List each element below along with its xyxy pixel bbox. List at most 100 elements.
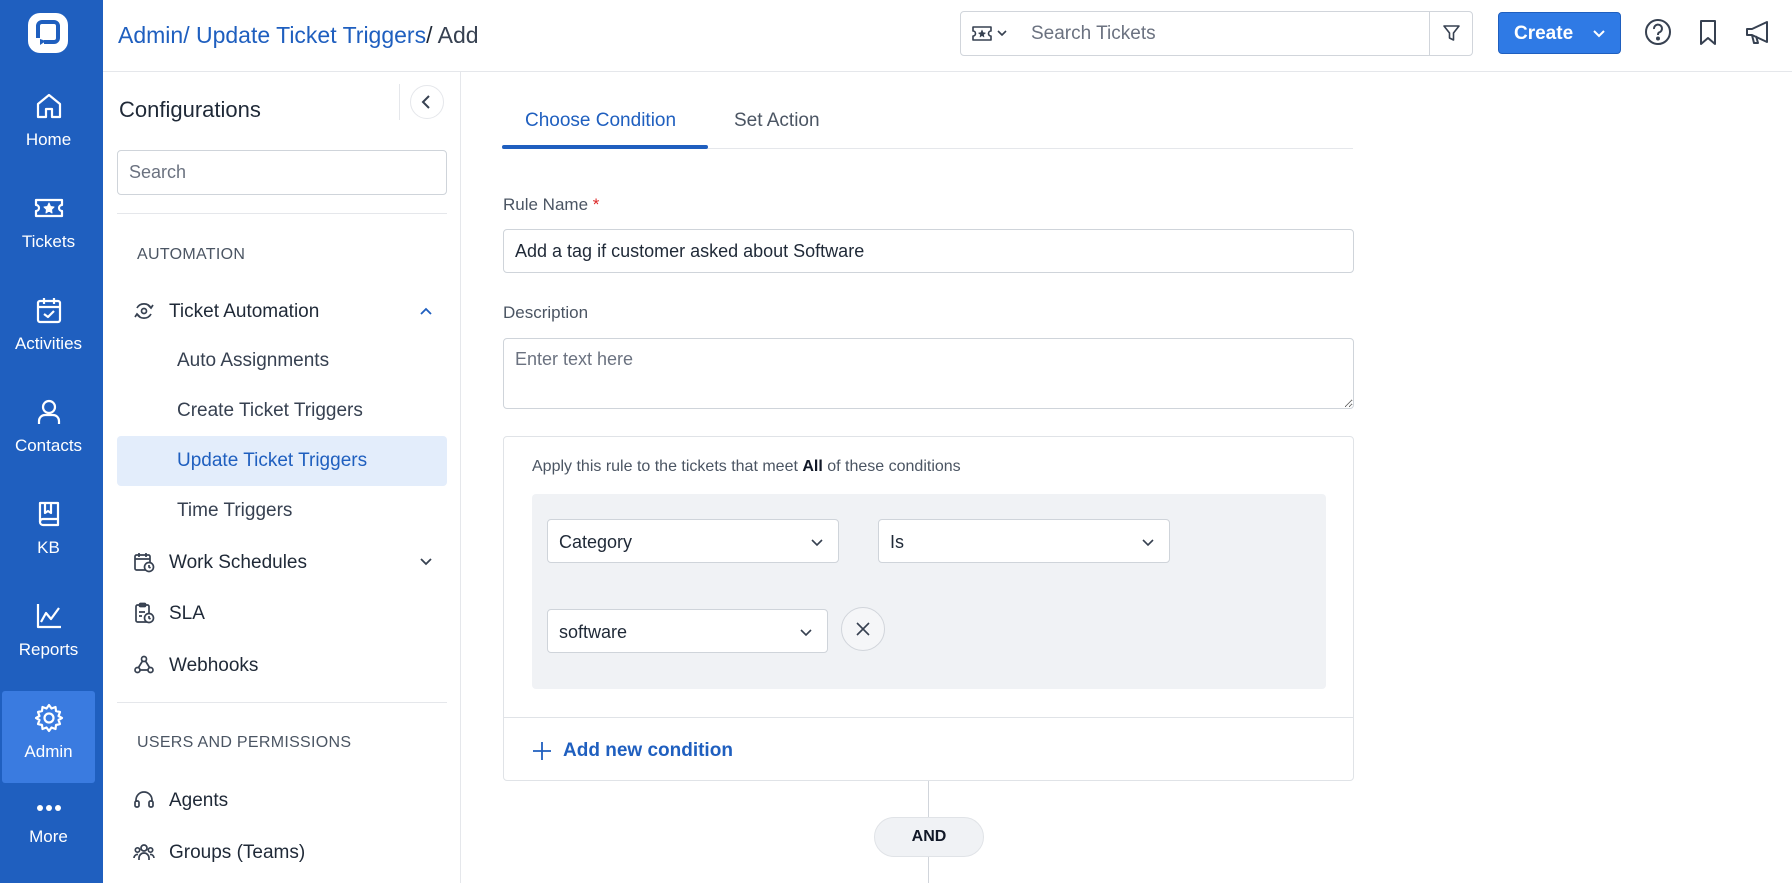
chevron-down-icon: [1142, 539, 1154, 547]
add-condition-label: Add new condition: [563, 740, 733, 761]
megaphone-icon[interactable]: [1743, 17, 1773, 47]
collapse-panel-button[interactable]: [410, 85, 444, 119]
breadcrumb-separator: /: [183, 22, 196, 48]
remove-condition-button[interactable]: [841, 607, 885, 651]
ticket-search: [960, 11, 1473, 56]
tab-choose-condition[interactable]: Choose Condition: [525, 110, 676, 132]
breadcrumb-admin[interactable]: Admin: [118, 22, 183, 48]
rail-label: Admin: [24, 742, 73, 761]
ticket-icon: [33, 192, 65, 224]
gear-icon: [33, 702, 65, 734]
rail-label: More: [29, 827, 68, 846]
nav-webhooks[interactable]: Webhooks: [133, 649, 433, 681]
condition-operator-select[interactable]: Is: [878, 519, 1170, 563]
nav-ticket-automation[interactable]: Ticket Automation: [133, 295, 433, 327]
select-value: Is: [890, 532, 905, 552]
and-connector[interactable]: AND: [874, 817, 984, 857]
rail-label: Tickets: [21, 232, 76, 251]
breadcrumb-update-triggers[interactable]: Update Ticket Triggers: [196, 22, 426, 48]
plus-icon: [533, 742, 551, 760]
breadcrumb-separator: /: [426, 22, 438, 48]
divider: [117, 702, 447, 703]
filter-icon[interactable]: [1429, 12, 1472, 55]
rail-label: Reports: [18, 640, 79, 659]
rule-name-label: Rule Name *: [503, 195, 599, 215]
app-logo[interactable]: [27, 12, 69, 54]
nav-agents[interactable]: Agents: [133, 784, 433, 816]
divider: [399, 84, 400, 120]
rail-admin[interactable]: Admin: [2, 691, 95, 783]
bookmark-icon[interactable]: [1693, 17, 1723, 47]
rail-label: Contacts: [14, 436, 83, 455]
chevron-down-icon: [420, 558, 432, 566]
nav-update-ticket-triggers[interactable]: Update Ticket Triggers: [117, 436, 447, 486]
rule-name-input[interactable]: [503, 229, 1354, 273]
rail-label: Home: [25, 130, 72, 149]
tab-set-action[interactable]: Set Action: [734, 110, 820, 132]
nav-label: Webhooks: [169, 655, 259, 676]
connector-line: [928, 781, 929, 817]
select-value: Category: [559, 532, 633, 552]
condition-value-select[interactable]: software: [547, 609, 828, 653]
nav-label: Groups (Teams): [169, 842, 306, 863]
select-value: software: [559, 622, 628, 642]
nav-create-ticket-triggers[interactable]: Create Ticket Triggers: [117, 386, 447, 436]
chart-icon: [33, 600, 65, 632]
group-icon: [133, 844, 155, 860]
nav-label: Work Schedules: [169, 552, 307, 573]
webhook-icon: [134, 655, 154, 674]
active-tab-indicator: [502, 145, 708, 149]
nav-time-triggers[interactable]: Time Triggers: [117, 486, 447, 536]
main-content: Choose Condition Set Action Rule Name * …: [462, 72, 1792, 883]
section-users-permissions: USERS AND PERMISSIONS: [137, 734, 352, 751]
rail-label: KB: [37, 538, 60, 557]
create-button-label: Create: [1514, 23, 1574, 44]
divider: [504, 717, 1353, 718]
rail-tickets[interactable]: Tickets: [2, 192, 95, 284]
match-mode[interactable]: All: [802, 458, 822, 475]
intro-text: of these conditions: [822, 458, 961, 475]
rail-label: Activities: [14, 334, 83, 353]
chevron-down-icon: [800, 629, 812, 637]
nav-auto-assignments[interactable]: Auto Assignments: [117, 336, 447, 386]
description-textarea[interactable]: [503, 338, 1354, 409]
nav-groups-teams[interactable]: Groups (Teams): [133, 836, 433, 868]
condition-row: Category Is software: [532, 494, 1326, 689]
condition-field-select[interactable]: Category: [547, 519, 839, 563]
rule-name-label-text: Rule Name: [503, 195, 589, 214]
panel-title: Configurations: [119, 97, 261, 122]
config-search-input[interactable]: [117, 150, 447, 195]
nav-label: Update Ticket Triggers: [177, 450, 368, 471]
chevron-down-icon: [811, 539, 823, 547]
nav-work-schedules[interactable]: Work Schedules: [133, 546, 433, 578]
chevron-down-icon: [1593, 30, 1605, 38]
calendar-clock-icon: [134, 553, 155, 573]
rail-contacts[interactable]: Contacts: [2, 396, 95, 488]
nav-label: SLA: [169, 603, 205, 624]
rail-more[interactable]: More: [2, 798, 95, 883]
nav-label: Agents: [169, 790, 229, 811]
conditions-intro: Apply this rule to the tickets that meet…: [532, 458, 961, 476]
rail-reports[interactable]: Reports: [2, 600, 95, 692]
calendar-icon: [33, 294, 65, 326]
search-type-dropdown[interactable]: [961, 12, 1019, 55]
chevron-left-icon: [421, 95, 430, 109]
description-label: Description: [503, 303, 589, 322]
clipboard-clock-icon: [135, 602, 155, 624]
conditions-box: Apply this rule to the tickets that meet…: [503, 436, 1354, 781]
section-automation: AUTOMATION: [137, 246, 246, 263]
rail-home[interactable]: Home: [2, 90, 95, 182]
search-input[interactable]: [1031, 22, 1391, 46]
rail-activities[interactable]: Activities: [2, 294, 95, 386]
create-button[interactable]: Create: [1498, 12, 1621, 54]
left-rail: Home Tickets Activities Contacts KB Repo…: [0, 0, 103, 883]
book-icon: [33, 498, 65, 530]
nav-sla[interactable]: SLA: [133, 597, 433, 629]
help-icon[interactable]: [1643, 17, 1673, 47]
headset-icon: [134, 791, 154, 808]
required-marker: *: [592, 195, 600, 214]
divider: [117, 213, 447, 214]
nav-label: Auto Assignments: [177, 350, 330, 371]
rail-kb[interactable]: KB: [2, 498, 95, 590]
more-icon: [33, 798, 65, 818]
